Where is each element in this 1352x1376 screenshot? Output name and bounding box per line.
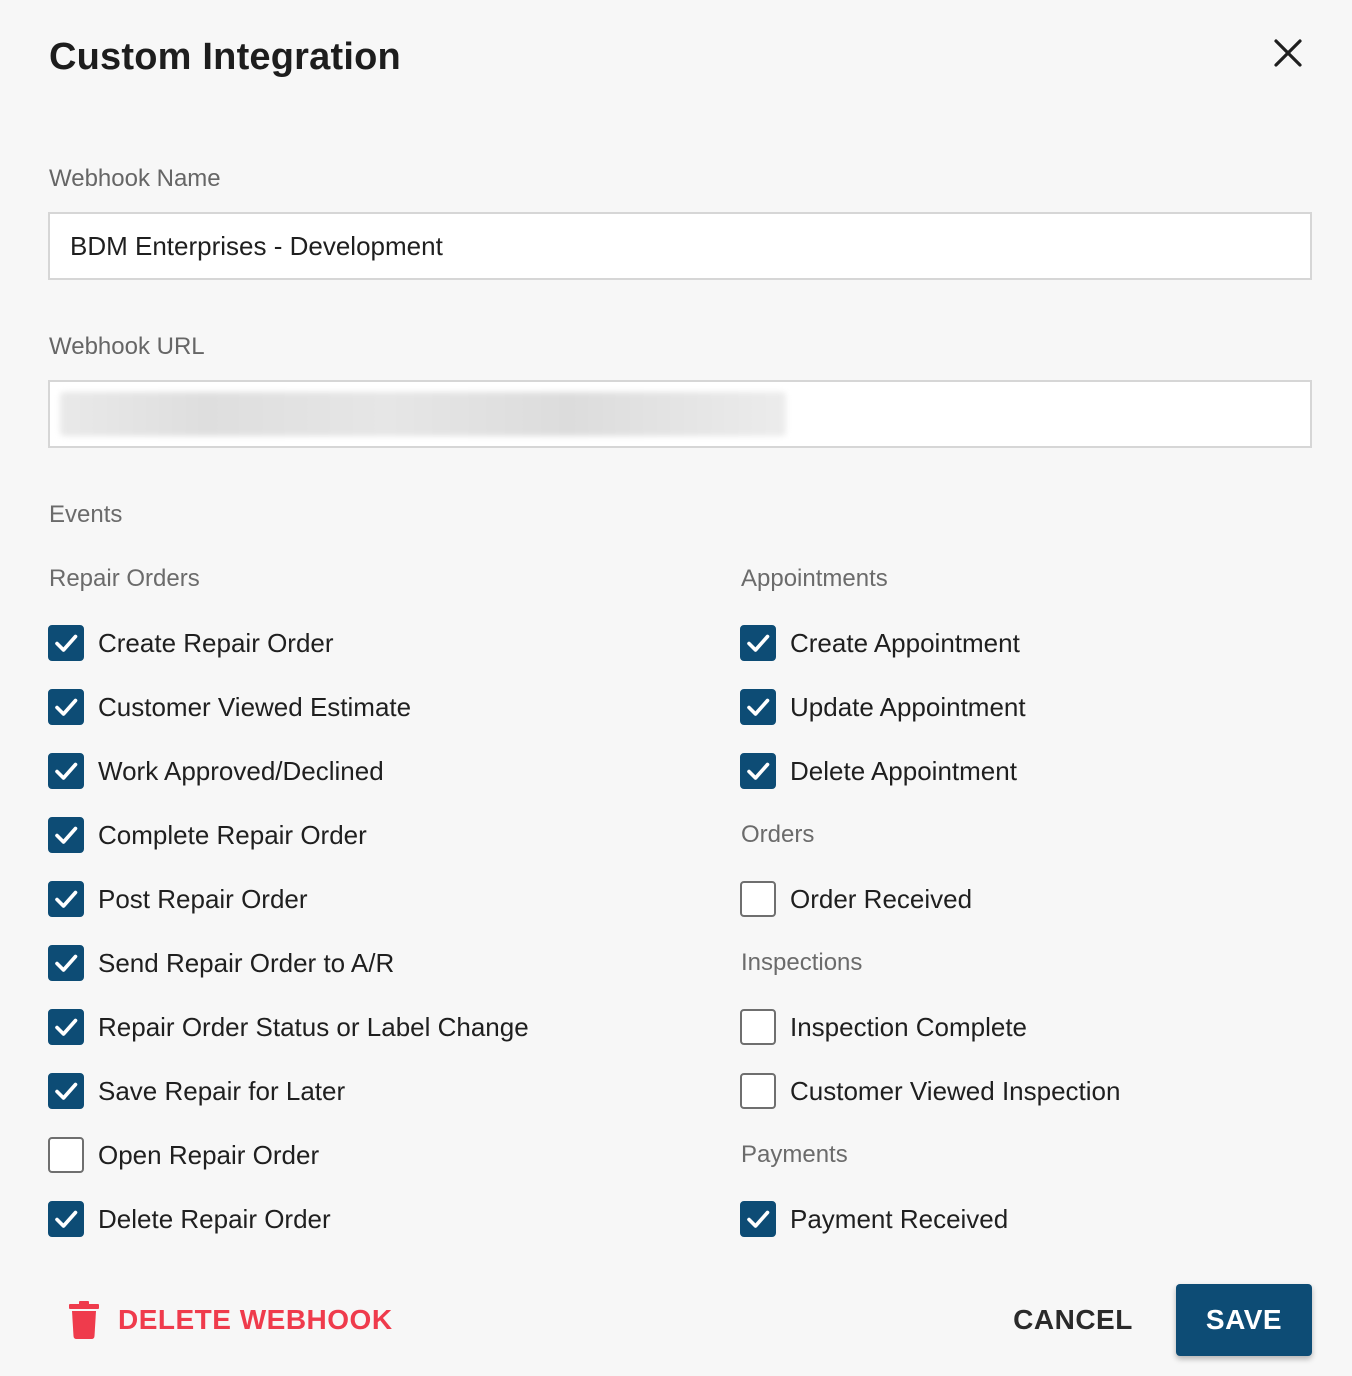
checkmark-icon (55, 634, 78, 652)
checkbox-work-approved-declined[interactable]: Work Approved/Declined (48, 751, 384, 791)
checkmark-icon (55, 890, 78, 908)
checkbox-delete-appointment[interactable]: Delete Appointment (740, 751, 1017, 791)
checkmark-icon (55, 1210, 78, 1228)
checkbox-label: Save Repair for Later (98, 1075, 346, 1106)
checkbox-label: Customer Viewed Inspection (790, 1075, 1121, 1106)
payments-heading: Payments (741, 1141, 848, 1168)
checkbox-create-appointment[interactable]: Create Appointment (740, 623, 1020, 663)
checkbox-save-repair-for-later[interactable]: Save Repair for Later (48, 1071, 345, 1111)
checkbox-label: Customer Viewed Estimate (98, 691, 412, 722)
checkmark-icon (747, 1210, 770, 1228)
checkbox-delete-repair-order[interactable]: Delete Repair Order (48, 1199, 331, 1239)
checkmark-icon (747, 698, 770, 716)
repair-orders-heading: Repair Orders (49, 565, 200, 592)
checkbox-box[interactable] (48, 689, 84, 725)
checkbox-complete-repair-order[interactable]: Complete Repair Order (48, 815, 367, 855)
checkbox-label: Payment Received (790, 1203, 1009, 1234)
checkbox-label: Send Repair Order to A/R (98, 947, 395, 978)
checkbox-label: Repair Order Status or Label Change (98, 1011, 529, 1042)
checkbox-box[interactable] (740, 1009, 776, 1045)
delete-webhook-button[interactable]: DELETE WEBHOOK (68, 1298, 393, 1342)
checkbox-box[interactable] (740, 689, 776, 725)
checkbox-box[interactable] (48, 1009, 84, 1045)
checkbox-update-appointment[interactable]: Update Appointment (740, 687, 1026, 727)
custom-integration-dialog: Custom Integration Webhook Name Webhook … (0, 0, 1352, 1376)
webhook-name-label: Webhook Name (49, 165, 221, 192)
webhook-url-label: Webhook URL (49, 333, 205, 360)
orders-heading: Orders (741, 821, 815, 848)
webhook-name-input[interactable] (48, 212, 1312, 280)
trash-icon (69, 1301, 99, 1339)
checkbox-label: Delete Repair Order (98, 1203, 331, 1234)
checkbox-box[interactable] (740, 625, 776, 661)
checkbox-label: Inspection Complete (790, 1011, 1028, 1042)
checkbox-send-repair-order-to-ar[interactable]: Send Repair Order to A/R (48, 943, 394, 983)
dialog-title: Custom Integration (49, 36, 401, 78)
checkmark-icon (55, 762, 78, 780)
checkbox-label: Work Approved/Declined (98, 755, 384, 786)
checkbox-create-repair-order[interactable]: Create Repair Order (48, 623, 334, 663)
checkbox-open-repair-order[interactable]: Open Repair Order (48, 1135, 319, 1175)
checkbox-post-repair-order[interactable]: Post Repair Order (48, 879, 308, 919)
delete-webhook-label: DELETE WEBHOOK (118, 1304, 393, 1335)
checkmark-icon (747, 762, 770, 780)
checkmark-icon (747, 634, 770, 652)
checkbox-box[interactable] (740, 753, 776, 789)
close-button[interactable] (1266, 31, 1310, 75)
checkbox-box[interactable] (48, 817, 84, 853)
checkbox-box[interactable] (48, 1073, 84, 1109)
inspections-heading: Inspections (741, 949, 863, 976)
events-label: Events (49, 501, 123, 528)
checkbox-box[interactable] (48, 625, 84, 661)
close-icon (1274, 39, 1302, 67)
checkbox-repair-order-status-or-label-change[interactable]: Repair Order Status or Label Change (48, 1007, 529, 1047)
checkbox-customer-viewed-estimate[interactable]: Customer Viewed Estimate (48, 687, 411, 727)
checkbox-box[interactable] (48, 881, 84, 917)
checkbox-order-received[interactable]: Order Received (740, 879, 972, 919)
webhook-url-redacted-value (60, 392, 786, 436)
checkmark-icon (55, 1082, 78, 1100)
cancel-button[interactable]: CANCEL (1000, 1292, 1146, 1348)
checkbox-label: Post Repair Order (98, 883, 308, 914)
checkbox-label: Update Appointment (790, 691, 1026, 722)
save-button[interactable]: SAVE (1176, 1284, 1312, 1356)
checkbox-label: Delete Appointment (790, 755, 1017, 786)
checkbox-label: Open Repair Order (98, 1139, 320, 1170)
checkmark-icon (55, 1018, 78, 1036)
checkbox-label: Create Repair Order (98, 627, 334, 658)
checkbox-box[interactable] (48, 945, 84, 981)
checkmark-icon (55, 954, 78, 972)
checkbox-box[interactable] (48, 753, 84, 789)
checkbox-payment-received[interactable]: Payment Received (740, 1199, 1008, 1239)
checkbox-label: Order Received (790, 883, 973, 914)
checkbox-box[interactable] (740, 1201, 776, 1237)
checkbox-label: Complete Repair Order (98, 819, 367, 850)
checkbox-box[interactable] (48, 1201, 84, 1237)
checkmark-icon (55, 698, 78, 716)
appointments-heading: Appointments (741, 565, 888, 592)
checkbox-box[interactable] (740, 1073, 776, 1109)
checkbox-box[interactable] (740, 881, 776, 917)
checkbox-box[interactable] (48, 1137, 84, 1173)
checkbox-customer-viewed-inspection[interactable]: Customer Viewed Inspection (740, 1071, 1120, 1111)
checkbox-inspection-complete[interactable]: Inspection Complete (740, 1007, 1027, 1047)
checkbox-label: Create Appointment (790, 627, 1020, 658)
checkmark-icon (55, 826, 78, 844)
